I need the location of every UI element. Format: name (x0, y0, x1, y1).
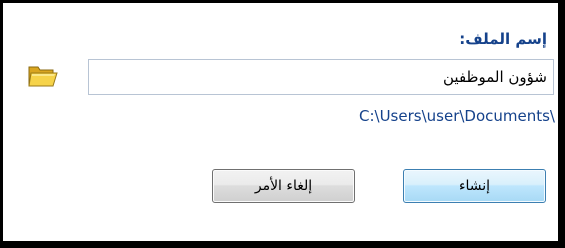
file-path-text: C:\Users\user\Documents\ (359, 107, 555, 125)
new-file-dialog: إسم الملف: C:\Users\user\Documents\ إنشا… (3, 3, 558, 241)
cancel-button[interactable]: إلغاء الأمر (212, 169, 355, 203)
create-button[interactable]: إنشاء (403, 169, 546, 203)
file-name-label: إسم الملف: (459, 30, 547, 48)
window-border-bottom (0, 241, 565, 248)
file-name-input[interactable] (88, 59, 554, 95)
browse-folder-button[interactable] (26, 61, 60, 91)
folder-open-icon (28, 66, 58, 87)
window-border-right (558, 3, 565, 241)
